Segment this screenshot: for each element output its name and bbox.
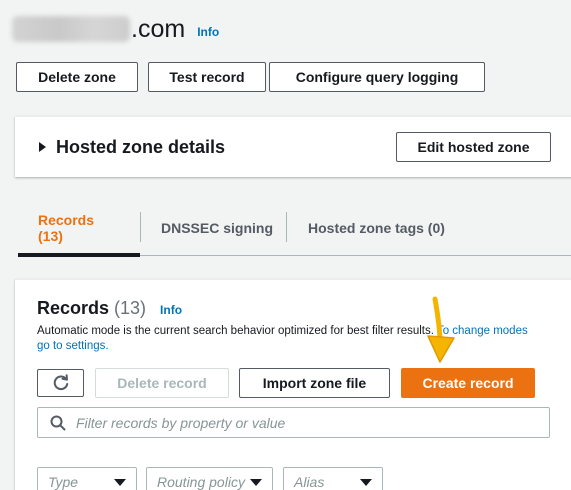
alias-filter-select[interactable]: Alias xyxy=(283,467,383,490)
records-title: Records xyxy=(37,298,110,318)
test-record-button[interactable]: Test record xyxy=(148,62,266,92)
search-input[interactable] xyxy=(76,414,549,431)
refresh-button[interactable] xyxy=(37,369,84,397)
tab-records[interactable]: Records (13) xyxy=(18,200,140,257)
type-filter-select[interactable]: Type xyxy=(37,467,137,490)
tab-records-label: Records (13) xyxy=(38,212,95,244)
description-text: Automatic mode is the current search beh… xyxy=(37,325,434,337)
route53-hosted-zone-page: .com Info Delete zone Test record Config… xyxy=(0,0,571,490)
search-icon xyxy=(50,415,66,430)
redacted-domain-name xyxy=(12,16,130,42)
caret-right-icon[interactable] xyxy=(39,142,46,152)
active-tab-indicator xyxy=(18,253,140,257)
tab-divider xyxy=(286,212,287,242)
arrow-down-annotation xyxy=(427,296,455,363)
records-info-link[interactable]: Info xyxy=(160,303,182,317)
records-panel: Records (13) Info Automatic mode is the … xyxy=(15,279,571,490)
routing-policy-filter-select[interactable]: Routing policy xyxy=(146,467,273,490)
type-filter-label: Type xyxy=(48,474,79,490)
records-heading: Records (13) Info xyxy=(37,298,182,319)
alias-filter-label: Alias xyxy=(294,474,325,490)
hosted-zone-details-panel: Hosted zone details Edit hosted zone xyxy=(15,116,571,177)
tab-hosted-zone-tags[interactable]: Hosted zone tags (0) xyxy=(288,200,465,256)
hosted-zone-details-title[interactable]: Hosted zone details xyxy=(56,137,225,158)
tab-dnssec-label: DNSSEC signing xyxy=(161,220,274,236)
routing-policy-filter-label: Routing policy xyxy=(157,474,245,490)
configure-query-logging-button[interactable]: Configure query logging xyxy=(269,62,485,92)
tab-bar: Records (13) DNSSEC signing Hosted zone … xyxy=(18,200,571,257)
import-zone-file-button[interactable]: Import zone file xyxy=(239,368,390,398)
edit-hosted-zone-button[interactable]: Edit hosted zone xyxy=(396,132,551,162)
delete-record-button[interactable]: Delete record xyxy=(95,368,229,398)
filter-records-search[interactable] xyxy=(37,407,550,438)
zone-title: .com Info xyxy=(12,14,219,44)
tab-tags-label: Hosted zone tags (0) xyxy=(308,220,445,236)
delete-zone-button[interactable]: Delete zone xyxy=(16,62,138,92)
tab-dnssec-signing[interactable]: DNSSEC signing xyxy=(141,200,293,256)
info-link[interactable]: Info xyxy=(197,25,219,39)
domain-suffix: .com xyxy=(131,14,186,43)
records-count: (13) xyxy=(114,298,147,318)
chevron-down-icon xyxy=(360,478,372,486)
chevron-down-icon xyxy=(250,478,262,486)
refresh-icon xyxy=(53,374,68,391)
create-record-button[interactable]: Create record xyxy=(401,368,535,398)
chevron-down-icon xyxy=(114,478,126,486)
